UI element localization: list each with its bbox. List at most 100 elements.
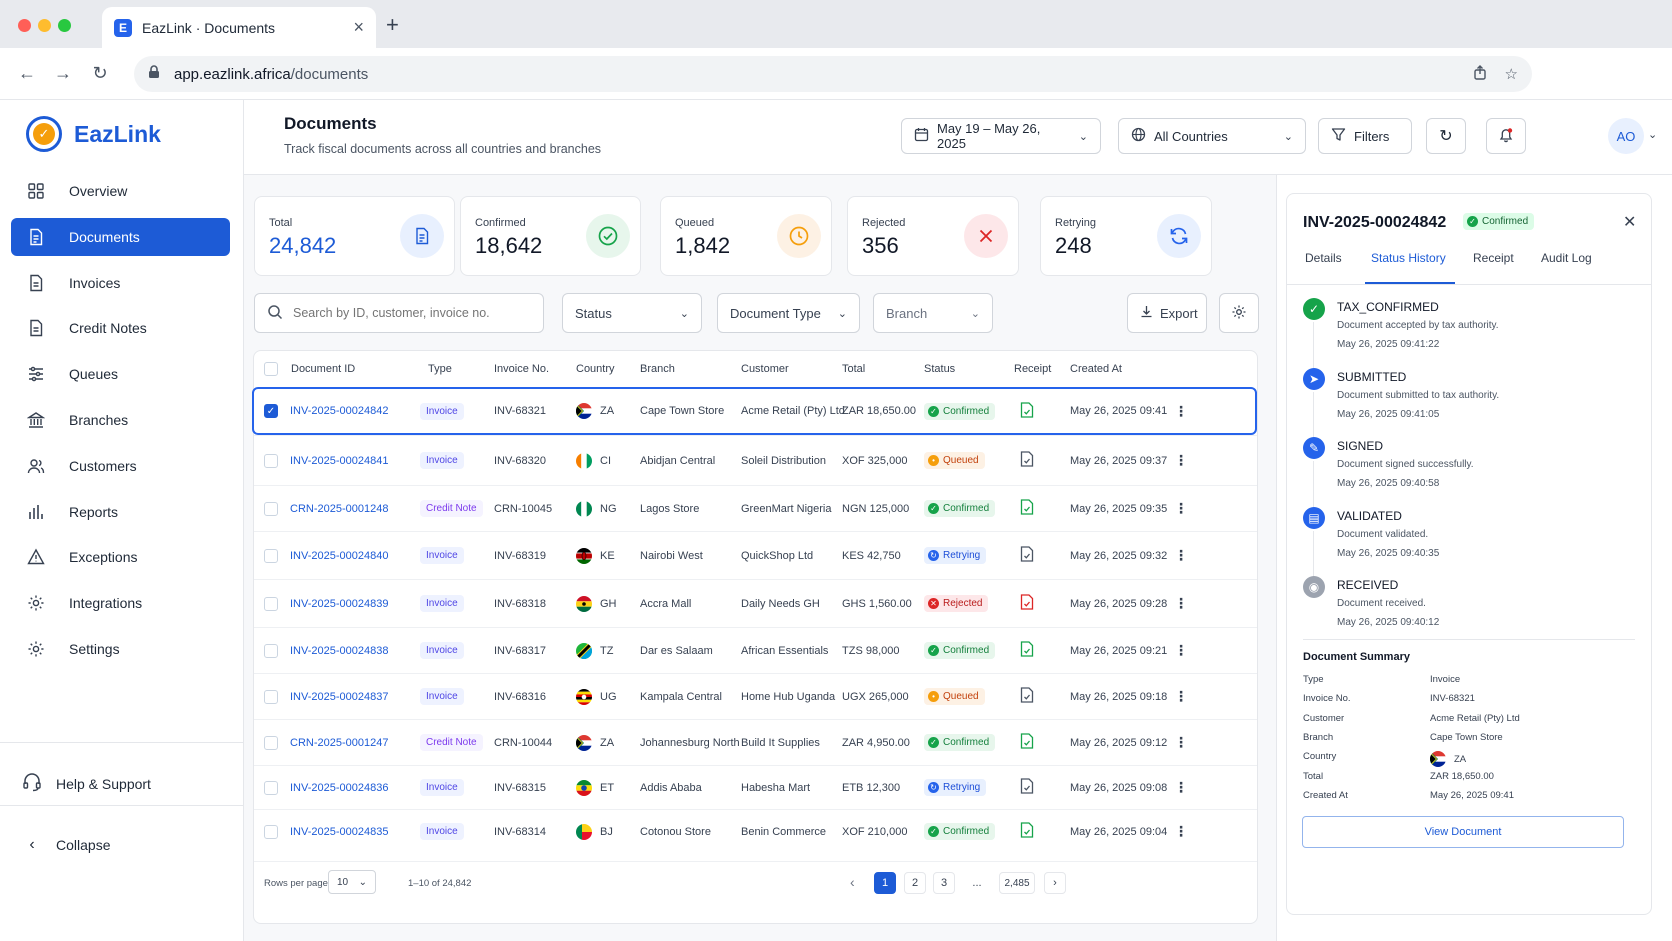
stat-card-confirmed[interactable]: Confirmed 18,642 [460, 196, 641, 276]
page-button[interactable]: 1 [874, 872, 896, 894]
receipt-icon[interactable] [1020, 401, 1034, 421]
column-header[interactable]: Type [428, 351, 452, 387]
address-bar[interactable]: app.eazlink.africa/documents ☆ [134, 56, 1532, 92]
table-row[interactable]: INV-2025-00024839 Invoice INV-68318 GH Accra… [254, 579, 1257, 627]
row-checkbox[interactable] [264, 501, 278, 516]
row-checkbox[interactable] [264, 689, 278, 704]
close-window-dot[interactable] [18, 19, 31, 32]
reload-icon[interactable]: ↻ [89, 63, 111, 84]
page-button[interactable]: 2 [904, 872, 926, 894]
stat-card-queued[interactable]: Queued 1,842 [660, 196, 832, 276]
table-row[interactable]: INV-2025-00024836 Invoice INV-68315 ET Addis… [254, 765, 1257, 809]
more-vertical-icon[interactable]: ⋮ [1174, 823, 1188, 840]
share-icon[interactable] [1473, 64, 1487, 84]
receipt-icon[interactable] [1020, 499, 1034, 518]
select-all-checkbox[interactable] [264, 362, 278, 376]
new-tab-plus-icon[interactable]: + [386, 12, 399, 38]
stat-card-rejected[interactable]: Rejected 356 [847, 196, 1019, 276]
receipt-icon[interactable] [1020, 641, 1034, 660]
table-row[interactable]: INV-2025-00024840 Invoice INV-68319 KE Nairo… [254, 531, 1257, 579]
document-id-link[interactable]: INV-2025-00024836 [290, 782, 388, 794]
stat-card-retrying[interactable]: Retrying 248 [1040, 196, 1212, 276]
document-id-link[interactable]: INV-2025-00024835 [290, 826, 388, 838]
filters-button[interactable]: Filters [1318, 118, 1412, 154]
column-header[interactable]: Document ID [291, 351, 355, 387]
table-row[interactable]: INV-2025-00024835 Invoice INV-68314 BJ Coton… [254, 809, 1257, 853]
receipt-icon[interactable] [1020, 733, 1034, 752]
more-vertical-icon[interactable]: ⋮ [1174, 547, 1188, 564]
column-header[interactable]: Receipt [1014, 351, 1051, 387]
date-range-picker[interactable]: May 19 – May 26, 2025 ⌄ [901, 118, 1101, 154]
chevron-right-icon[interactable]: › [1044, 872, 1066, 894]
tab-status-history[interactable]: Status History [1371, 251, 1446, 265]
more-vertical-icon[interactable]: ⋮ [1174, 595, 1188, 612]
column-header[interactable]: Created At [1070, 351, 1122, 387]
collapse-sidebar-button[interactable]: ‹ Collapse [22, 836, 110, 854]
receipt-icon[interactable] [1020, 451, 1034, 470]
more-vertical-icon[interactable]: ⋮ [1174, 734, 1188, 751]
row-checkbox[interactable] [264, 780, 278, 795]
receipt-icon[interactable] [1020, 594, 1034, 613]
search-input[interactable] [293, 306, 523, 320]
notifications-button[interactable] [1486, 118, 1526, 154]
sidebar-item-customers[interactable]: Customers [11, 447, 230, 485]
refresh-button[interactable]: ↻ [1426, 118, 1466, 154]
view-document-button[interactable]: View Document [1302, 816, 1624, 848]
minimize-window-dot[interactable] [38, 19, 51, 32]
row-checkbox[interactable] [264, 453, 278, 468]
document-id-link[interactable]: CRN-2025-0001247 [290, 737, 388, 749]
more-vertical-icon[interactable]: ⋮ [1174, 452, 1188, 469]
brand[interactable]: ✓ EazLink [26, 116, 161, 152]
more-vertical-icon[interactable]: ⋮ [1174, 688, 1188, 705]
tab-audit-log[interactable]: Audit Log [1541, 251, 1592, 265]
table-row[interactable]: CRN-2025-0001248 Credit Note CRN-10045 NG La… [254, 485, 1257, 531]
sidebar-item-integrations[interactable]: Integrations [11, 584, 230, 622]
sidebar-item-branches[interactable]: Branches [11, 401, 230, 439]
table-row[interactable]: CRN-2025-0001247 Credit Note CRN-10044 ZA Jo… [254, 719, 1257, 765]
tab-receipt[interactable]: Receipt [1473, 251, 1514, 265]
more-vertical-icon[interactable]: ⋮ [1174, 642, 1188, 659]
back-arrow-icon[interactable]: ← [16, 63, 38, 84]
table-row[interactable]: INV-2025-00024838 Invoice INV-68317 TZ Dar e… [254, 627, 1257, 673]
row-checkbox[interactable] [264, 643, 278, 658]
more-vertical-icon[interactable]: ⋮ [1174, 779, 1188, 796]
country-select[interactable]: All Countries ⌄ [1118, 118, 1306, 154]
export-button[interactable]: Export [1127, 293, 1207, 333]
branch-filter[interactable]: Branch ⌄ [873, 293, 993, 333]
row-checkbox[interactable] [264, 548, 278, 563]
bookmark-star-icon[interactable]: ☆ [1505, 65, 1518, 84]
document-id-link[interactable]: INV-2025-00024842 [290, 405, 388, 417]
browser-tab[interactable]: E EazLink · Documents × [102, 7, 376, 48]
help-support-link[interactable]: Help & Support [22, 772, 151, 795]
column-settings-button[interactable] [1219, 293, 1259, 333]
column-header[interactable]: Customer [741, 351, 789, 387]
close-icon[interactable]: ✕ [1623, 212, 1636, 232]
document-id-link[interactable]: INV-2025-00024837 [290, 691, 388, 703]
receipt-icon[interactable] [1020, 687, 1034, 706]
table-row[interactable]: INV-2025-00024837 Invoice INV-68316 UG Kampa… [254, 673, 1257, 719]
receipt-icon[interactable] [1020, 822, 1034, 841]
sidebar-item-reports[interactable]: Reports [11, 493, 230, 531]
column-header[interactable]: Status [924, 351, 955, 387]
tab-close-icon[interactable]: × [353, 17, 364, 38]
sidebar-item-credit-notes[interactable]: Credit Notes [11, 309, 230, 347]
receipt-icon[interactable] [1020, 546, 1034, 565]
sidebar-item-exceptions[interactable]: Exceptions [11, 538, 230, 576]
sidebar-item-settings[interactable]: Settings [11, 630, 230, 668]
row-checkbox[interactable] [264, 735, 278, 750]
sidebar-item-invoices[interactable]: Invoices [11, 264, 230, 302]
document-id-link[interactable]: CRN-2025-0001248 [290, 503, 388, 515]
maximize-window-dot[interactable] [58, 19, 71, 32]
column-header[interactable]: Branch [640, 351, 675, 387]
avatar[interactable]: AO [1608, 118, 1644, 154]
column-header[interactable]: Country [576, 351, 615, 387]
document-id-link[interactable]: INV-2025-00024838 [290, 645, 388, 657]
document-id-link[interactable]: INV-2025-00024839 [290, 598, 388, 610]
sidebar-item-overview[interactable]: Overview [11, 172, 230, 210]
more-vertical-icon[interactable]: ⋮ [1174, 403, 1188, 420]
stat-card-total[interactable]: Total 24,842 [254, 196, 455, 276]
document-id-link[interactable]: INV-2025-00024840 [290, 550, 388, 562]
sidebar-item-queues[interactable]: Queues [11, 355, 230, 393]
status-filter[interactable]: Status ⌄ [562, 293, 702, 333]
row-checkbox[interactable] [264, 596, 278, 611]
